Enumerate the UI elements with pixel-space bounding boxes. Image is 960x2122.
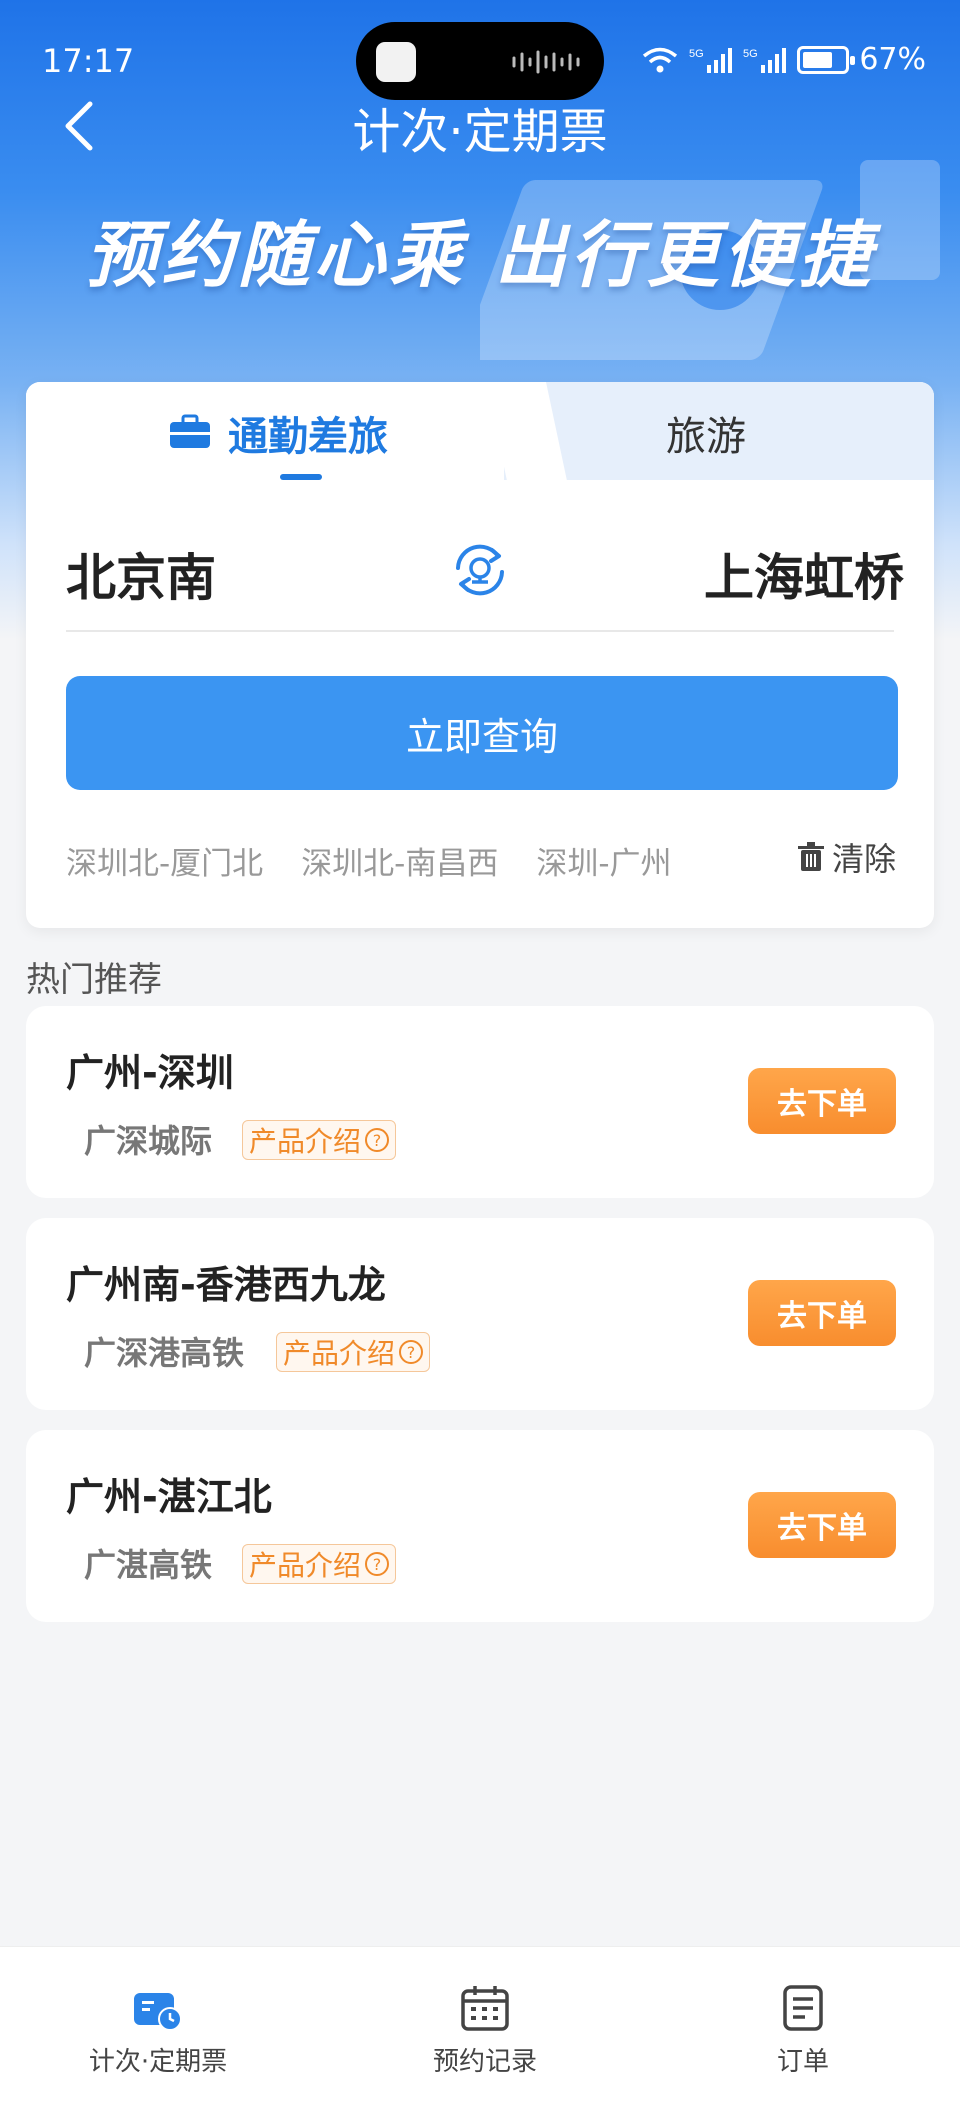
order-button[interactable]: 去下单 [748,1068,896,1134]
nav-item-ticket[interactable]: 计次·定期票 [58,1983,258,2078]
order-button[interactable]: 去下单 [748,1492,896,1558]
nav-item-orders[interactable]: 订单 [703,1983,903,2078]
briefcase-icon [170,414,210,448]
product-intro-tag[interactable]: 产品介绍 ? [242,1544,397,1584]
status-indicators: 5G 5G 67% [641,42,926,77]
arrival-station[interactable]: 上海虹桥 [704,538,904,610]
document-icon [783,1985,823,2031]
battery-icon [797,45,856,74]
history-item[interactable]: 深圳-广州 [536,838,671,883]
recommendation-subtitle: 广深港高铁 [84,1334,245,1372]
signal-5g-icon: 5G [689,47,733,73]
product-intro-label: 产品介绍 [249,1549,362,1582]
battery-percent: 67% [859,42,926,77]
route-divider [66,630,894,632]
product-intro-tag[interactable]: 产品介绍 ? [242,1120,397,1160]
product-intro-label: 产品介绍 [249,1125,362,1158]
section-title: 热门推荐 [26,960,162,1000]
page-title: 计次·定期票 [352,104,608,160]
nav-label: 计次·定期票 [88,2047,228,2077]
recommendation-subtitle: 广湛高铁 [84,1546,213,1584]
swap-stations-icon[interactable] [448,538,512,602]
nav-item-booking-records[interactable]: 预约记录 [385,1983,585,2078]
question-icon: ? [365,1128,390,1152]
question-icon: ? [399,1340,424,1364]
audio-wave-icon [512,50,580,74]
svg-text:5G: 5G [689,48,704,60]
search-history: 深圳北-厦门北 深圳北-南昌西 深圳-广州 [66,838,672,883]
tab-commute-label[interactable]: 通勤差旅 [228,404,388,462]
calendar-icon [461,1986,509,2031]
history-item[interactable]: 深圳北-厦门北 [66,838,263,883]
nav-label: 订单 [776,2047,829,2077]
dynamic-island [356,22,604,100]
trash-icon [797,842,824,871]
search-button[interactable]: 立即查询 [66,676,898,790]
status-time: 17:17 [42,42,135,80]
svg-text:5G: 5G [743,48,758,60]
question-icon: ? [365,1552,390,1576]
active-tab-indicator [280,474,322,480]
search-card: 通勤差旅 旅游 北京南 上海虹桥 立即查询 深圳北-厦门北 深圳北-南昌西 深圳… [26,382,934,928]
history-item[interactable]: 深圳北-南昌西 [301,838,498,883]
recommendation-title: 广州-深圳 [66,1051,234,1095]
clear-history-button[interactable]: 清除 [797,834,896,880]
recommendation-subtitle: 广深城际 [84,1122,213,1160]
recommendation-title: 广州-湛江北 [66,1475,272,1519]
departure-station[interactable]: 北京南 [66,538,216,610]
recommendation-card[interactable]: 广州-湛江北 广湛高铁 产品介绍 ? 去下单 [26,1430,934,1622]
app-icon [376,42,416,82]
nav-label: 预约记录 [432,2047,537,2077]
order-button[interactable]: 去下单 [748,1280,896,1346]
recommendation-card[interactable]: 广州南-香港西九龙 广深港高铁 产品介绍 ? 去下单 [26,1218,934,1410]
recommendation-card[interactable]: 广州-深圳 广深城际 产品介绍 ? 去下单 [26,1006,934,1198]
signal-5g-icon: 5G [743,47,787,73]
recommendation-title: 广州南-香港西九龙 [66,1263,386,1307]
bottom-navigation: 计次·定期票 预约记录 订单 [0,1946,960,2122]
clear-label: 清除 [831,840,896,878]
tab-travel-label[interactable]: 旅游 [666,404,746,462]
ticket-icon [134,1993,182,2031]
product-intro-label: 产品介绍 [283,1337,396,1370]
wifi-icon [643,47,678,72]
product-intro-tag[interactable]: 产品介绍 ? [276,1332,431,1372]
banner-slogan: 预约随心乘 出行更便捷 [85,213,875,297]
